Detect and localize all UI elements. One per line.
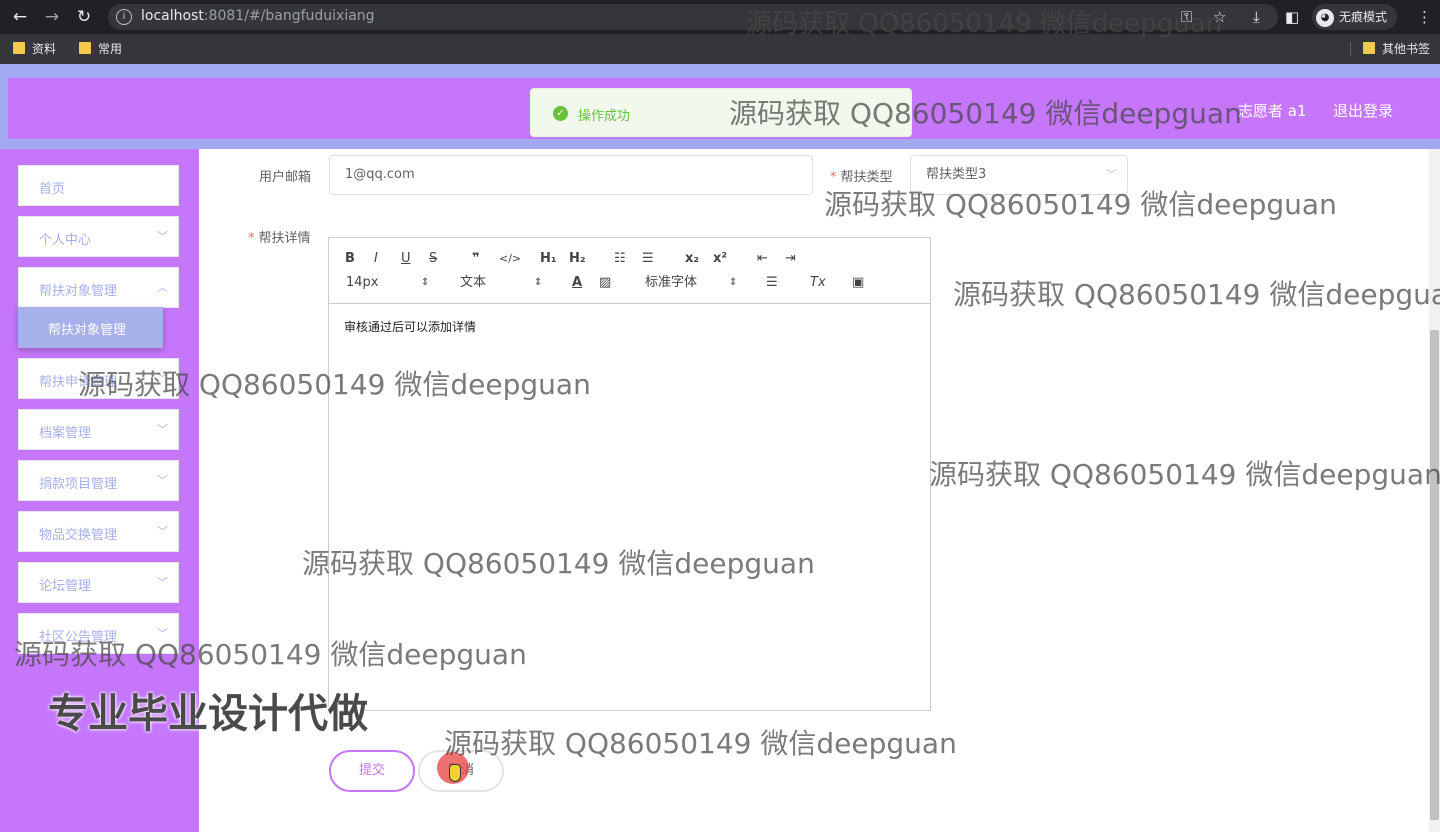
sidebar-item-exchange[interactable]: 物品交换管理 ﹀: [18, 511, 179, 552]
slogan-watermark: 专业毕业设计代做: [48, 691, 368, 737]
sidebar-item-personal-center[interactable]: 个人中心 ﹀: [18, 216, 179, 257]
chevron-down-icon: ﹀: [157, 576, 168, 589]
watermark: 源码获取 QQ86050149 微信deepguan: [824, 188, 1337, 221]
sidebar-item-label: 档案管理: [39, 426, 92, 441]
email-field[interactable]: 1@qq.com: [329, 155, 813, 195]
bookmark-folder-changyong[interactable]: 常用: [79, 41, 122, 57]
other-bookmarks[interactable]: 其他书签: [1363, 41, 1430, 57]
submenu-item-aid-target[interactable]: 帮扶对象管理: [18, 307, 163, 348]
site-info-icon[interactable]: i: [116, 9, 132, 25]
dropdown-arrows-icon: ⇕: [729, 277, 738, 288]
sidebar-item-donation[interactable]: 捐款项目管理 ﹀: [18, 460, 179, 501]
reload-icon[interactable]: ↻: [74, 7, 94, 27]
folder-icon: [79, 42, 91, 54]
watermark: 源码获取 QQ86050149 微信deepguan: [929, 458, 1440, 491]
superscript-icon[interactable]: x²: [713, 251, 727, 267]
sidebar-item-archive[interactable]: 档案管理 ﹀: [18, 409, 179, 450]
folder-icon: [13, 42, 25, 54]
chevron-up-icon: ︿: [157, 281, 168, 294]
folder-icon: [1363, 42, 1375, 54]
font-size-select[interactable]: 14px: [346, 275, 379, 291]
more-menu-icon[interactable]: ⋮: [1417, 7, 1432, 27]
dropdown-arrows-icon: ⇕: [534, 277, 543, 288]
logout-link[interactable]: 退出登录: [1333, 100, 1393, 121]
bold-icon[interactable]: B: [345, 251, 355, 267]
outdent-icon[interactable]: ⇤: [757, 251, 768, 267]
watermark: 源码获取 QQ86050149 微信deepguan: [78, 368, 591, 401]
watermark: 源码获取 QQ86050149 微信deepguan: [444, 727, 957, 760]
code-icon[interactable]: </>: [499, 251, 521, 267]
image-icon[interactable]: ▣: [852, 275, 864, 291]
back-icon[interactable]: ←: [10, 7, 30, 27]
dropdown-arrows-icon: ⇕: [421, 277, 430, 288]
header1-icon[interactable]: H₁: [540, 251, 557, 267]
sidebar-item-label: 首页: [39, 182, 66, 197]
background-color-icon[interactable]: ▨: [599, 275, 611, 291]
bookmark-folder-ziliao[interactable]: 资料: [13, 41, 56, 57]
subscript-icon[interactable]: x₂: [685, 251, 699, 267]
sidebar-item-home[interactable]: 首页: [18, 165, 179, 206]
watermark: 源码获取 QQ86050149 微信deepguan: [746, 9, 1223, 39]
sidebar-item-label: 帮扶对象管理: [39, 284, 118, 299]
sidebar-item-aid-target[interactable]: 帮扶对象管理 ︿: [18, 267, 179, 308]
editor-content[interactable]: 审核通过后可以添加详情: [344, 318, 476, 335]
font-family-select[interactable]: 标准字体: [645, 275, 697, 291]
watermark: 源码获取 QQ86050149 微信deepguan: [302, 547, 815, 580]
watermark: 源码获取 QQ86050149 微信deepguan: [729, 97, 1242, 130]
download-icon[interactable]: ⤓: [1253, 7, 1260, 27]
check-circle-icon: ✓: [553, 106, 568, 121]
underline-icon[interactable]: U: [401, 251, 411, 267]
indent-icon[interactable]: ⇥: [785, 251, 796, 267]
ordered-list-icon[interactable]: ☷: [614, 251, 626, 267]
email-label: 用户邮箱: [259, 170, 312, 185]
forward-icon[interactable]: →: [42, 7, 62, 27]
required-mark: *: [248, 231, 255, 246]
scrollbar-thumb[interactable]: [1430, 330, 1439, 820]
chevron-down-icon: ﹀: [157, 474, 168, 487]
clear-format-icon[interactable]: Tx: [810, 275, 826, 291]
sidebar-item-label: 论坛管理: [39, 579, 92, 594]
sidebar-item-forum[interactable]: 论坛管理 ﹀: [18, 562, 179, 603]
incognito-icon: ◕: [1316, 8, 1334, 27]
submenu-item-label: 帮扶对象管理: [48, 323, 127, 338]
sidebar-item-label: 个人中心: [39, 233, 92, 248]
editor-toolbar: B I U S ❞ </> H₁ H₂ ☷ ☰ x₂ x² ⇤ ⇥ 14px ⇕…: [329, 238, 930, 304]
side-panel-icon[interactable]: ◧: [1285, 7, 1299, 27]
sidebar-item-label: 捐款项目管理: [39, 477, 118, 492]
url-text: localhost:8081/#/bangfuduixiang: [141, 8, 375, 24]
strike-icon[interactable]: S: [429, 251, 437, 267]
italic-icon[interactable]: I: [374, 251, 378, 267]
chevron-down-icon: ﹀: [157, 525, 168, 538]
bookmark-separator: [1350, 42, 1351, 56]
aid-detail-label: * 帮扶详情: [248, 231, 311, 246]
watermark: 源码获取 QQ86050149 微信deepguan: [14, 638, 527, 671]
toast-message: 操作成功: [578, 109, 631, 124]
watermark: 源码获取 QQ86050149 微信deepguan: [953, 278, 1440, 311]
bullet-list-icon[interactable]: ☰: [642, 251, 654, 267]
font-color-icon[interactable]: A: [572, 275, 582, 291]
block-format-select[interactable]: 文本: [460, 275, 486, 291]
blockquote-icon[interactable]: ❞: [472, 251, 480, 267]
submit-button[interactable]: 提交: [329, 750, 415, 792]
current-user: 志愿者 a1: [1238, 102, 1307, 120]
chevron-down-icon: ﹀: [157, 230, 168, 243]
align-icon[interactable]: ☰: [766, 275, 778, 291]
header2-icon[interactable]: H₂: [569, 251, 586, 267]
chevron-down-icon: ﹀: [157, 423, 168, 436]
hand-cursor-icon: [449, 764, 461, 782]
incognito-badge[interactable]: ◕ 无痕模式: [1312, 4, 1398, 30]
bookmarks-bar: [0, 34, 1440, 64]
sidebar-item-label: 物品交换管理: [39, 528, 118, 543]
